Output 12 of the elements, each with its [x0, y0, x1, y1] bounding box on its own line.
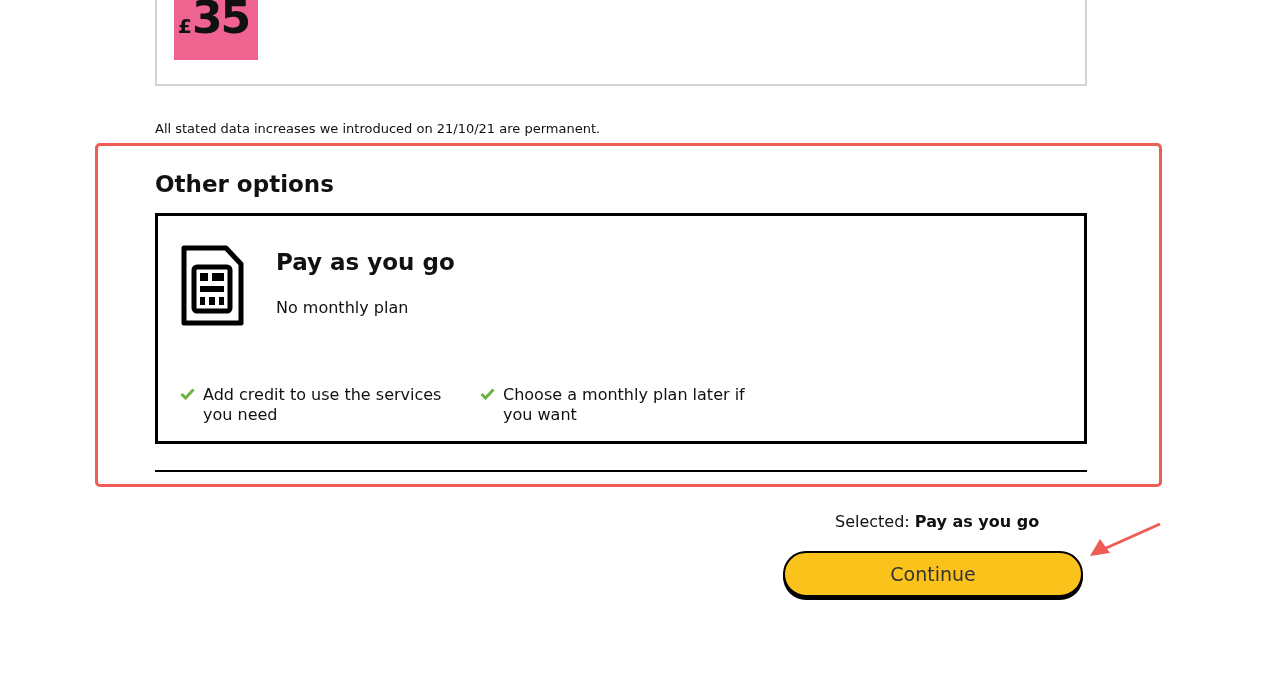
- check-icon: [480, 388, 495, 400]
- continue-button[interactable]: Continue: [783, 551, 1083, 597]
- option-subtitle: No monthly plan: [276, 298, 410, 317]
- sim-card-icon: [180, 245, 244, 327]
- feature-text: Choose a monthly plan later if you want: [503, 385, 746, 425]
- price-tag: £35: [174, 0, 258, 60]
- section-heading: Other options: [155, 170, 335, 199]
- feature-text: Add credit to use the services you need: [203, 385, 443, 425]
- check-icon: [180, 388, 195, 400]
- option-card[interactable]: Pay as you go No monthly plan Add credit to use the services you need Choose a monthly plan later if you want: [155, 213, 1087, 444]
- option-title: Pay as you go: [276, 248, 455, 276]
- data-note: All stated data increases we introduced on 21/10/21 are permanent.: [155, 121, 602, 137]
